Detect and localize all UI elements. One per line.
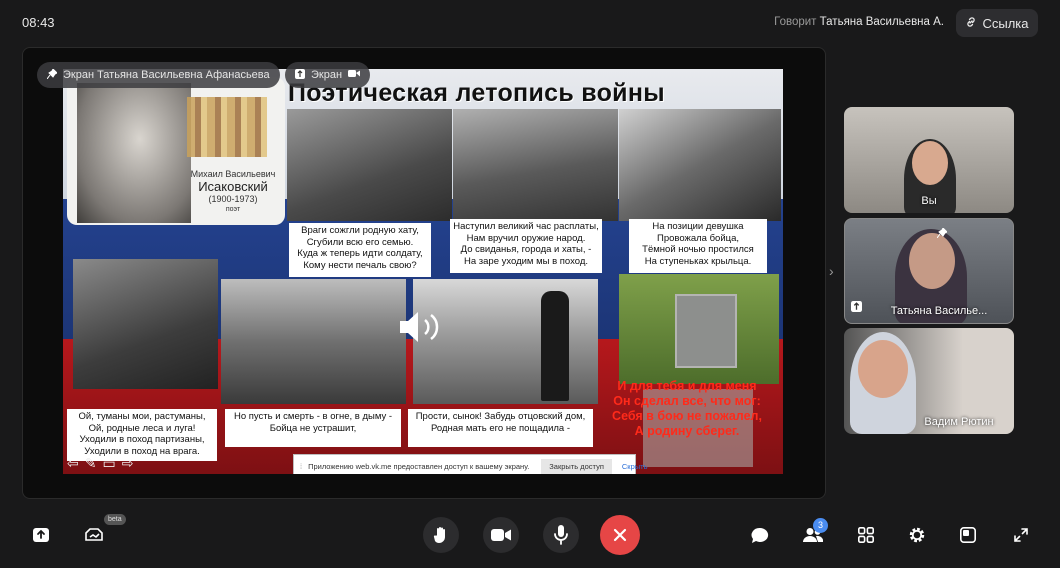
participant-name: Вы [921,195,937,207]
clock: 08:43 [22,15,55,30]
link-button-label: Ссылка [982,15,1029,31]
pen-icon[interactable]: ✎ [85,455,103,471]
end-call-icon [613,528,627,542]
poet-role: поэт [225,206,241,213]
microphone-button[interactable] [543,517,579,553]
chat-button[interactable] [742,517,778,553]
chat-icon [751,527,769,544]
collapse-panel-chevron-icon[interactable]: › [829,263,834,279]
poet-portrait-card: Михаил Васильевич Исаковский (1900-1973)… [67,77,285,225]
participants-count-badge: 3 [813,518,828,533]
poet-photo [77,83,191,223]
layout-button[interactable] [848,517,884,553]
fullscreen-icon [1014,528,1028,542]
next-arrow-icon[interactable]: ⇨ [122,455,140,471]
participant-name: Вадим Рютин [924,416,994,428]
participant-tile-you[interactable]: Вы [844,107,1014,213]
menu-icon[interactable]: ▭ [102,455,121,471]
books-image [187,97,267,157]
link-icon [965,16,977,31]
end-call-button[interactable] [600,515,640,555]
participant-tile-speaker[interactable]: Татьяна Василье... [844,218,1014,324]
screen-source-text: Экран [311,69,343,81]
verse-6: Прости, сынок! Забудь отцовский дом, Родн… [408,409,593,447]
speaker-name: Татьяна Васильевна А. [819,16,944,28]
camera-icon [491,528,511,542]
war-photo-partisan [73,259,218,389]
sound-icon[interactable] [398,309,458,345]
pinned-screen-label[interactable]: Экран Татьяна Васильевна Афанасьева [37,62,280,88]
share-notice-text: Приложению web.vk.me предоставлен доступ… [308,461,530,471]
link-button[interactable]: Ссылка [956,9,1038,37]
verse-red: И для тебя и для меня Он сделал все, что … [612,379,762,438]
microphone-icon [554,525,568,545]
speaking-indicator: Говорит Татьяна Васильевна А. [774,16,944,28]
stop-sharing-button[interactable]: Закрыть доступ [541,458,612,474]
settings-icon [908,526,926,544]
screen-share-stage[interactable]: Поэтическая летопись войны Михаил Василь… [22,47,826,499]
screen-badge-icon [295,68,305,82]
camera-small-icon [348,69,361,81]
pin-icon [936,225,948,243]
drag-handle-icon[interactable]: ⁞ [300,462,302,471]
war-photo-burned-house [287,109,452,221]
picture-in-picture-icon [960,527,976,543]
raise-hand-icon [433,526,449,544]
raise-hand-button[interactable] [423,517,459,553]
screen-source-label[interactable]: Экран [285,62,371,88]
pin-icon [46,67,58,82]
participant-face [858,340,908,398]
war-photo-soldiers-march [453,109,618,221]
verse-4: Ой, туманы мои, растуманы, Ой, родные лес… [67,409,217,461]
settings-button[interactable] [899,517,935,553]
mother-figure [541,291,569,401]
monument-stone [675,294,737,368]
camera-button[interactable] [483,517,519,553]
slide-nav-controls[interactable]: ⇦✎▭⇨ [67,455,139,472]
prev-arrow-icon[interactable]: ⇦ [67,455,85,471]
participant-face [909,233,955,289]
verse-1: Враги сожгли родную хату, Сгубили всю его… [289,223,431,277]
picture-in-picture-button[interactable] [950,517,986,553]
poet-years: (1900-1973) [208,194,258,204]
participant-face [912,141,948,185]
share-screen-icon [33,528,49,542]
layout-grid-icon [858,527,874,543]
war-photo-farewell [619,109,781,221]
fullscreen-button[interactable] [1003,517,1039,553]
poet-last-name: Исаковский [198,179,268,194]
effects-icon [85,527,103,543]
verse-5: Но пусть и смерть - в огне, в дыму - Бойц… [225,409,401,447]
participant-name: Татьяна Василье... [890,305,988,317]
beta-badge: beta [104,514,126,525]
verse-2: Наступил великий час расплаты, Нам вручил… [450,219,602,273]
participant-tile-vadim[interactable]: Вадим Рютин [844,328,1014,434]
poet-caption: Михаил Васильевич Исаковский (1900-1973)… [185,169,281,214]
share-screen-button[interactable] [23,517,59,553]
speaking-prefix: Говорит [774,16,817,28]
hide-notice-button[interactable]: Скрыть [622,462,648,471]
presentation-slide: Поэтическая летопись войны Михаил Василь… [63,69,783,474]
pinned-screen-text: Экран Татьяна Васильевна Афанасьева [63,69,270,81]
verse-3: На позиции девушка Провожала бойца, Тёмной… [629,219,767,273]
war-photo-battle-smoke [221,279,406,404]
screen-share-notice: ⁞ Приложению web.vk.me предоставлен дост… [293,454,648,474]
